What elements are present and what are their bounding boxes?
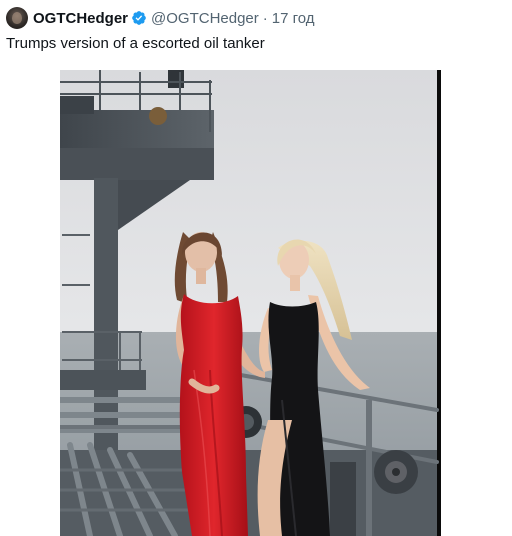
header-separator: · bbox=[262, 9, 268, 27]
tweet-text: Trumps version of a escorted oil tanker bbox=[6, 35, 265, 52]
tweet-timestamp[interactable]: 17 год bbox=[272, 10, 315, 27]
tweet-photo[interactable] bbox=[60, 70, 441, 536]
verified-badge-icon[interactable] bbox=[131, 10, 147, 26]
tweet-card: OGTCHedger @OGTCHedger · 17 год Trumps v… bbox=[0, 0, 512, 536]
tweet-header: OGTCHedger @OGTCHedger · 17 год bbox=[6, 6, 315, 30]
photo-illustration bbox=[60, 70, 441, 536]
author-handle[interactable]: @OGTCHedger bbox=[151, 10, 259, 27]
author-display-name[interactable]: OGTCHedger bbox=[33, 10, 128, 27]
author-avatar[interactable] bbox=[6, 7, 28, 29]
